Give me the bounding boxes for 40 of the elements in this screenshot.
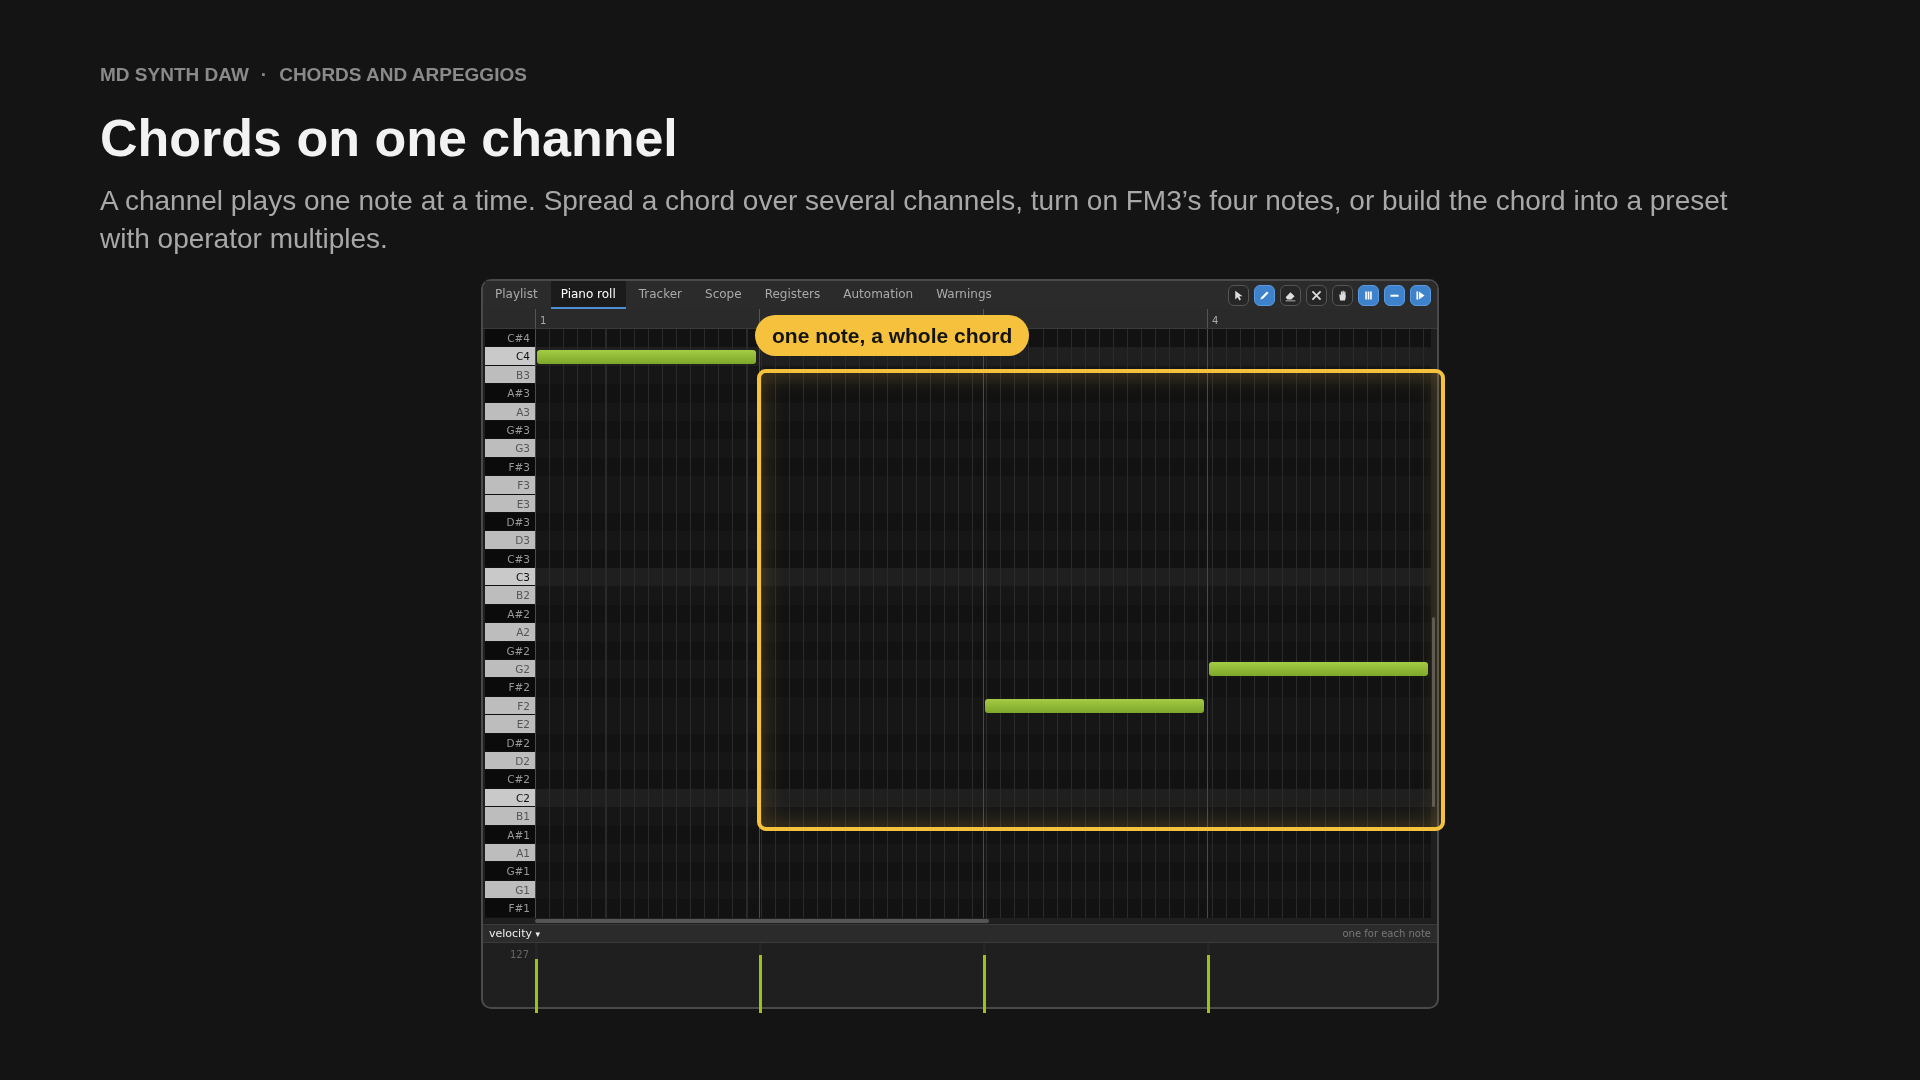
axis-label: 127: [509, 948, 530, 960]
piano-key[interactable]: A#3: [485, 384, 535, 403]
piano-key[interactable]: B2: [485, 586, 535, 605]
piano-key[interactable]: G3: [485, 439, 535, 458]
minus-icon[interactable]: [1384, 284, 1405, 306]
piano-key[interactable]: C#4: [485, 329, 535, 348]
lane-selector[interactable]: velocity ▾: [489, 926, 541, 940]
breadcrumb-item: CHORDS AND ARPEGGIOS: [279, 64, 527, 87]
piano-key[interactable]: C#2: [485, 770, 535, 789]
bar-number: 1: [540, 315, 547, 326]
page-title: Chords on one channel: [100, 108, 679, 168]
hand-icon[interactable]: [1332, 284, 1353, 306]
piano-key[interactable]: E2: [485, 715, 535, 734]
play-icon[interactable]: [1410, 284, 1431, 306]
pencil-icon[interactable]: [1254, 284, 1275, 306]
vertical-scrollbar[interactable]: [1432, 617, 1435, 807]
piano-key[interactable]: A2: [485, 623, 535, 642]
piano-key[interactable]: F#1: [485, 899, 535, 918]
eraser-icon[interactable]: [1280, 284, 1301, 306]
horizontal-scrollbar[interactable]: [535, 918, 989, 923]
tab[interactable]: Piano roll: [550, 281, 626, 309]
callout-label: one note, a whole chord: [755, 315, 1030, 356]
piano-key[interactable]: F#2: [485, 678, 535, 697]
breadcrumb-separator: ·: [260, 64, 268, 87]
note-block[interactable]: [1209, 662, 1428, 677]
lane-hint: one for each note: [1342, 927, 1431, 939]
pointer-icon[interactable]: [1228, 284, 1249, 306]
breadcrumb-item: MD SYNTH DAW: [100, 64, 249, 87]
piano-key[interactable]: C3: [485, 568, 535, 587]
piano-key[interactable]: G2: [485, 660, 535, 679]
piano-key[interactable]: C4: [485, 347, 535, 366]
piano-key[interactable]: F3: [485, 476, 535, 495]
scissors-icon[interactable]: [1306, 284, 1327, 306]
piano-key[interactable]: D3: [485, 531, 535, 550]
intro-paragraph: A channel plays one note at a time. Spread a chord over several channels, turn on FM3’s four notes, or build the chord into a preset with operator multiples.: [100, 184, 1729, 256]
note-block[interactable]: [537, 349, 756, 364]
piano-key[interactable]: G#1: [485, 862, 535, 881]
piano-key[interactable]: B1: [485, 807, 535, 826]
bar-number: 4: [1212, 315, 1219, 326]
bars-icon[interactable]: [1358, 284, 1379, 306]
